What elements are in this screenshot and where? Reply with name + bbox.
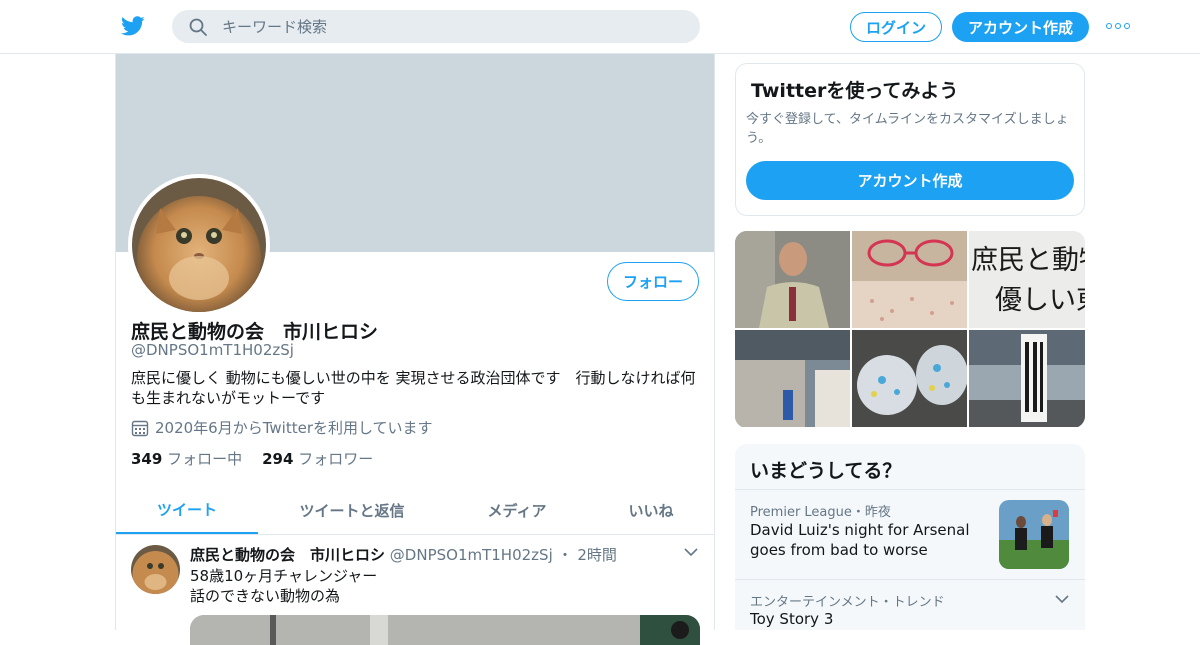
search-box[interactable] xyxy=(172,10,700,43)
trends-panel: いまどうしてる？ Premier League・昨夜 David Luiz's … xyxy=(735,444,1085,630)
poster-text-line1: 庶民と動物 xyxy=(971,245,1085,276)
tweet-separator: ・ xyxy=(557,546,573,564)
tweet-line: 話のできない動物の為 xyxy=(190,587,341,605)
divider xyxy=(735,489,1085,490)
signup-card-button[interactable]: アカウント作成 xyxy=(746,161,1074,200)
profile-column: フォロー 庶民と動物の会 市川ヒロシ @DNPSO1mT1H02zSj 庶民に優… xyxy=(115,54,715,645)
tab-likes[interactable]: いいね xyxy=(588,486,714,534)
followers-stat[interactable]: 294 フォロワー xyxy=(262,448,373,469)
tweet-time[interactable]: 2時間 xyxy=(577,546,617,564)
profile-display-name: 庶民と動物の会 市川ヒロシ xyxy=(131,321,379,343)
profile-bio: 庶民に優しく 動物にも優しい世の中を 実現させる政治団体です 行動しなければ何も… xyxy=(131,369,696,407)
tweet-media-photo xyxy=(190,615,700,645)
more-dots-icon[interactable] xyxy=(1106,20,1132,32)
tweet-item[interactable]: 庶民と動物の会 市川ヒロシ @DNPSO1mT1H02zSj ・ 2時間 58歳… xyxy=(116,535,714,645)
profile-joined: 2020年6月からTwitterを利用しています xyxy=(131,417,433,438)
followers-label: フォロワー xyxy=(298,450,374,468)
trend-title[interactable]: Toy Story 3 xyxy=(750,610,833,628)
tweet-text: 58歳10ヶ月チャレンジャー 話のできない動物の為 xyxy=(190,566,377,606)
tweet-media[interactable] xyxy=(190,615,700,645)
cat-photo xyxy=(132,178,266,312)
photo-man xyxy=(735,231,850,328)
profile-avatar[interactable] xyxy=(128,174,270,316)
tab-tweets[interactable]: ツイート xyxy=(116,486,258,534)
follow-button[interactable]: フォロー xyxy=(607,262,699,301)
photo-glasses xyxy=(852,231,967,328)
signup-card-title: Twitterを使ってみよう xyxy=(751,80,959,102)
following-count: 349 xyxy=(131,450,163,468)
photo-bags xyxy=(852,330,967,427)
top-navigation-bar: ログイン アカウント作成 xyxy=(0,0,1200,54)
cat-photo-small xyxy=(131,545,180,594)
joined-text: 2020年6月からTwitterを利用しています xyxy=(155,419,433,437)
tweet-avatar[interactable] xyxy=(131,545,180,594)
profile-handle: @DNPSO1mT1H02zSj xyxy=(131,341,294,359)
media-thumb-bags[interactable] xyxy=(852,330,967,427)
media-grid: 庶民と動物 優しい東 xyxy=(735,231,1085,428)
tweet-line: 58歳10ヶ月チャレンジャー xyxy=(190,567,378,585)
media-thumb-poster[interactable]: 庶民と動物 優しい東 xyxy=(969,231,1085,328)
photo-sign xyxy=(969,330,1085,427)
dot xyxy=(1124,23,1130,29)
tweet-author-handle[interactable]: @DNPSO1mT1H02zSj xyxy=(390,546,553,564)
login-button[interactable]: ログイン xyxy=(850,12,942,42)
trend-title[interactable]: David Luiz's night for Arsenal goes from… xyxy=(750,520,990,560)
followers-count: 294 xyxy=(262,450,294,468)
chevron-down-icon[interactable] xyxy=(1055,594,1069,604)
search-input[interactable] xyxy=(222,10,682,43)
trend-meta: Premier League・昨夜 xyxy=(750,505,891,520)
trend-thumbnail[interactable] xyxy=(999,500,1069,569)
tweet-author-name[interactable]: 庶民と動物の会 市川ヒロシ xyxy=(190,546,385,564)
poster-text-line2: 優しい東 xyxy=(995,285,1085,316)
tab-media[interactable]: メディア xyxy=(446,486,588,534)
tweet-header: 庶民と動物の会 市川ヒロシ @DNPSO1mT1H02zSj ・ 2時間 xyxy=(190,544,617,565)
dot xyxy=(1106,23,1112,29)
calendar-icon xyxy=(131,420,149,436)
photo-poster: 庶民と動物 優しい東 xyxy=(969,231,1085,328)
tab-tweets-and-replies[interactable]: ツイートと返信 xyxy=(258,486,446,534)
chevron-down-icon[interactable] xyxy=(684,547,698,557)
signup-card-description: 今すぐ登録して、タイムラインをカスタマイズしましょう。 xyxy=(746,112,1069,146)
dot xyxy=(1115,23,1121,29)
media-thumb-shop[interactable] xyxy=(735,330,850,427)
following-stat[interactable]: 349 フォロー中 xyxy=(131,448,242,469)
signup-button[interactable]: アカウント作成 xyxy=(952,12,1089,42)
football-photo xyxy=(999,500,1069,569)
divider xyxy=(735,579,1085,580)
following-label: フォロー中 xyxy=(167,450,243,468)
photo-shop xyxy=(735,330,850,427)
profile-tabs: ツイート ツイートと返信 メディア いいね xyxy=(116,486,714,535)
trends-title: いまどうしてる？ xyxy=(750,460,902,482)
profile-stats: 349 フォロー中 294 フォロワー xyxy=(131,448,373,469)
signup-card: Twitterを使ってみよう 今すぐ登録して、タイムラインをカスタマイズしましょ… xyxy=(735,63,1085,216)
twitter-bird-icon[interactable] xyxy=(120,14,146,38)
media-thumb-glasses[interactable] xyxy=(852,231,967,328)
search-icon xyxy=(189,18,207,36)
trend-meta: エンターテインメント・トレンド xyxy=(750,595,945,610)
media-thumb-man[interactable] xyxy=(735,231,850,328)
media-thumb-sign[interactable] xyxy=(969,330,1085,427)
